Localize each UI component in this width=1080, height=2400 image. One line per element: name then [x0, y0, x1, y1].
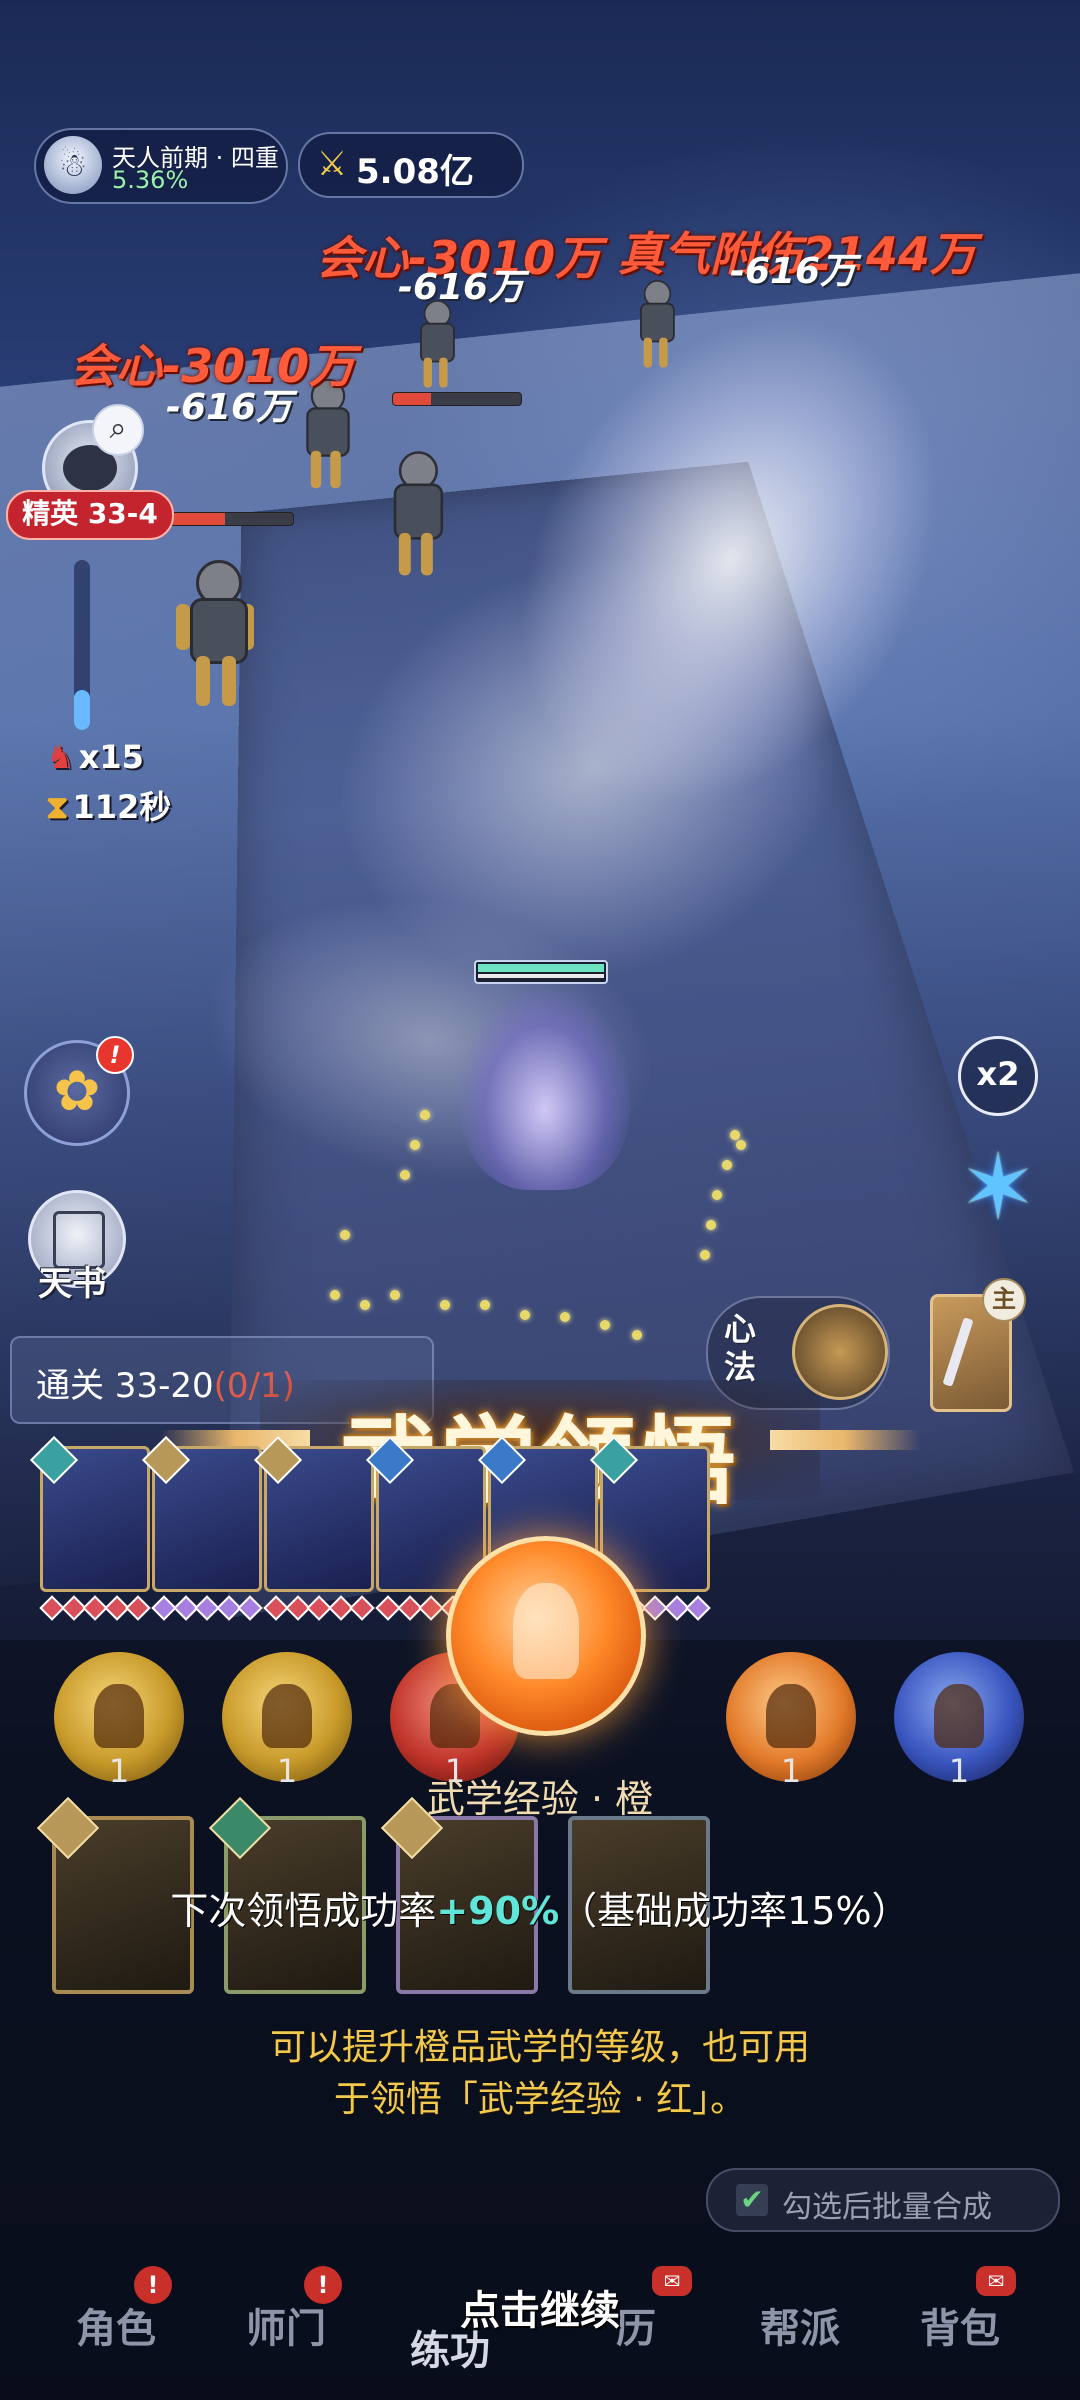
skill-card[interactable]	[253, 1435, 375, 1621]
enemy-soldier	[414, 300, 456, 390]
combat-power-value: 5.08亿	[356, 152, 474, 192]
enemy-soldier	[176, 560, 254, 710]
enemy-health-bar	[392, 392, 522, 406]
selected-item-name: 武学经验 · 橙	[426, 1777, 654, 1821]
damage-number: -616万	[398, 267, 525, 308]
figure-silhouette-icon	[934, 1684, 984, 1748]
skill-level-gems	[151, 1595, 263, 1623]
kill-counter: ♞ x15	[46, 738, 144, 776]
stage-progress-gauge	[74, 560, 90, 730]
figure-silhouette-icon	[766, 1684, 816, 1748]
money-bag-icon: ✿	[53, 1059, 101, 1124]
batch-merge-label: 勾选后批量合成	[782, 2190, 992, 2225]
skill-card[interactable]	[29, 1435, 151, 1621]
elite-stage-tag: 精英 33-4	[6, 490, 174, 540]
realm-percent: 5.36%	[112, 166, 189, 194]
level-gem	[349, 1595, 375, 1621]
demon-head-icon: ♞	[46, 738, 75, 776]
level-gem	[685, 1595, 711, 1621]
level-gem	[237, 1595, 263, 1621]
search-icon[interactable]: ⌕	[92, 404, 144, 456]
time-counter: ⧗ 112秒	[46, 782, 171, 828]
hourglass-icon: ⧗	[46, 788, 69, 826]
heaven-book-label: 天书	[38, 1264, 106, 1304]
bag-alert-badge: !	[96, 1036, 134, 1074]
crossed-swords-icon: ⚔	[316, 144, 348, 184]
tap-to-continue[interactable]: 点击继续	[0, 2278, 1080, 2336]
realm-avatar-icon: ☃	[44, 136, 102, 194]
time-left: 112秒	[72, 788, 172, 826]
enemy-soldier	[385, 451, 445, 579]
item-description: 可以提升橙品武学的等级，也可用 于领悟「武学经验 · 红」。	[0, 2022, 1080, 2126]
figure-silhouette-icon	[262, 1684, 312, 1748]
realm-badge[interactable]: ☃ 天人前期 · 四重 5.36%	[34, 128, 288, 204]
batch-merge-toggle[interactable]: ✔ 勾选后批量合成	[706, 2168, 1060, 2232]
success-rate-line: 下次领悟成功率+90%（基础成功率15%）	[0, 1880, 1080, 1935]
rate-prefix: 下次领悟成功率	[170, 1889, 437, 1933]
figure-silhouette-icon	[513, 1583, 579, 1679]
hexagram-star-icon[interactable]: ✶	[950, 1140, 1046, 1236]
speed-toggle-button[interactable]: x2	[958, 1036, 1038, 1116]
damage-number: -616万	[166, 387, 293, 428]
desc-line: 于领悟「武学经验 · 红」。	[333, 2079, 747, 2120]
checkbox-checked-icon[interactable]: ✔	[736, 2184, 768, 2216]
main-tag: 主	[982, 1278, 1026, 1322]
rate-base: （基础成功率15%）	[559, 1889, 910, 1933]
skill-card[interactable]	[141, 1435, 263, 1621]
kill-count: x15	[78, 738, 144, 776]
selected-exp-orb[interactable]	[446, 1536, 646, 1736]
skill-level-gems	[39, 1595, 151, 1623]
player-hero	[460, 990, 630, 1190]
enemy-health-bar	[168, 512, 294, 526]
rate-bonus: +90%	[436, 1889, 560, 1933]
player-health-bar	[474, 960, 608, 984]
damage-number: -616万	[730, 251, 857, 292]
desc-line: 可以提升橙品武学的等级，也可用	[269, 2027, 810, 2068]
enemy-soldier	[634, 280, 676, 370]
level-gem	[125, 1595, 151, 1621]
figure-silhouette-icon	[94, 1684, 144, 1748]
combat-power-badge[interactable]: ⚔ 5.08亿	[298, 132, 524, 198]
skill-level-gems	[263, 1595, 375, 1623]
